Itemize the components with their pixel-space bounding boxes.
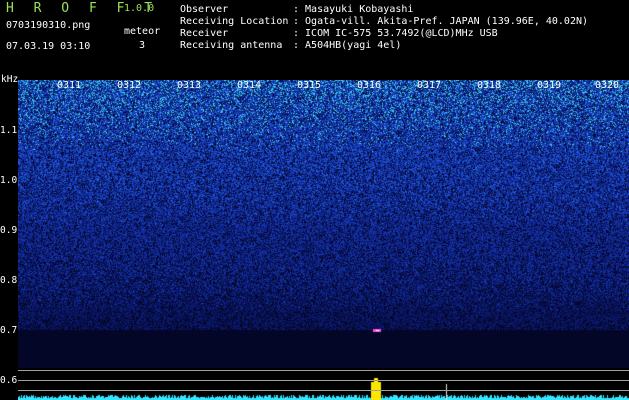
time-tick-label: 0313 [177, 80, 202, 91]
time-tick-label: 0312 [117, 80, 142, 91]
meta-value: : ICOM IC-575 53.7492(@LCD)MHz USB [293, 28, 498, 39]
meta-value: : Ogata-vill. Akita-Pref. JAPAN (139.96E… [293, 16, 589, 27]
y-tick-label: 0.9 [0, 225, 18, 236]
count-value: 3 [139, 40, 146, 51]
station-metadata: Observer : Masayuki Kobayashi Receiving … [180, 4, 588, 52]
meta-value: : A504HB(yagi 4el) [293, 40, 402, 51]
time-tick-label: 0316 [357, 80, 382, 91]
spectrum-gridline [18, 390, 629, 391]
meta-observer: Observer : Masayuki Kobayashi [180, 4, 588, 16]
timestamp: 07.03.19 03:10 [6, 41, 91, 52]
time-tick-label: 0317 [417, 80, 442, 91]
time-tick-label: 0311 [57, 80, 82, 91]
meta-key: Receiving Location [180, 16, 289, 27]
time-tick-label: 0319 [537, 80, 562, 91]
y-tick-label: 1.0 [0, 175, 18, 186]
spectrum-gridline [18, 380, 629, 381]
time-tick-label: 0314 [237, 80, 262, 91]
meta-key: Receiving antenna [180, 40, 283, 51]
meta-key: Observer [180, 4, 229, 15]
file-name: 0703190310.png [6, 20, 91, 31]
waterfall-spectrogram[interactable] [18, 80, 629, 400]
meta-receiver: Receiver : ICOM IC-575 53.7492(@LCD)MHz … [180, 28, 588, 40]
time-tick-label: 0320 [595, 80, 620, 91]
meta-key: Receiver [180, 28, 229, 39]
time-tick-label: 0318 [477, 80, 502, 91]
count-label: meteor [124, 26, 161, 37]
meta-location: Receiving Location : Ogata-vill. Akita-P… [180, 16, 588, 28]
spectrum-gridline [18, 370, 629, 371]
meta-antenna: Receiving antenna : A504HB(yagi 4el) [180, 40, 588, 52]
meta-value: : Masayuki Kobayashi [293, 4, 414, 15]
time-tick-label: 0315 [297, 80, 322, 91]
y-tick-label: 1.1 [0, 125, 18, 136]
app-version: 1.0.0 [124, 3, 155, 14]
y-tick-label: 0.6 [0, 375, 18, 386]
header-panel: H R O F F T 1.0.0 0703190310.png 07.03.1… [0, 0, 629, 80]
y-tick-label: 0.8 [0, 275, 18, 286]
y-tick-label: 0.7 [0, 325, 18, 336]
y-axis-unit: kHz [1, 74, 19, 85]
